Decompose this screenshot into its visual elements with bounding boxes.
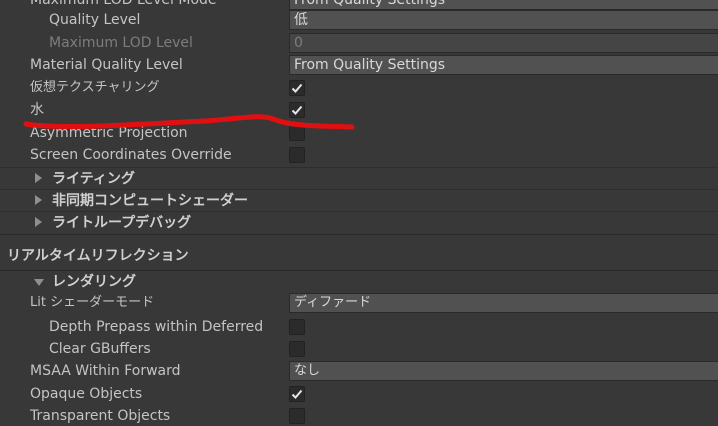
triangle-right-icon	[35, 217, 42, 227]
clear-gbuffers-checkbox[interactable]	[289, 341, 305, 357]
opaque-objects-checkbox[interactable]	[289, 386, 305, 402]
section-divider	[0, 234, 718, 235]
foldout-rendering[interactable]: レンダリング	[0, 271, 718, 293]
foldout-lighting-title: ライティング	[52, 171, 135, 187]
triangle-right-icon	[35, 173, 42, 183]
lit-shader-mode-label: Lit シェーダーモード	[30, 295, 155, 310]
foldout-async-compute-title: 非同期コンピュートシェーダー	[52, 193, 248, 209]
red-annotation-stroke	[23, 114, 355, 130]
depth-prepass-checkbox[interactable]	[289, 319, 305, 335]
clear-gbuffers-label: Clear GBuffers	[49, 341, 151, 357]
transparent-objects-label: Transparent Objects	[30, 408, 171, 424]
foldout-lighting[interactable]: ライティング	[0, 167, 718, 190]
foldout-async-compute[interactable]: 非同期コンピュートシェーダー	[0, 189, 718, 212]
transparent-objects-checkbox[interactable]	[289, 408, 305, 424]
depth-prepass-label: Depth Prepass within Deferred	[49, 319, 264, 335]
foldout-light-loop-debug-title: ライトループデバッグ	[52, 215, 192, 231]
lit-shader-mode-dropdown[interactable]: ディファード	[289, 293, 718, 313]
section-title-realtime-reflection: リアルタイムリフレクション	[7, 248, 189, 264]
checkmark-icon	[291, 389, 303, 399]
triangle-right-icon	[35, 195, 42, 205]
screen-coord-override-label: Screen Coordinates Override	[30, 147, 232, 163]
opaque-objects-label: Opaque Objects	[30, 386, 143, 402]
msaa-forward-label: MSAA Within Forward	[30, 363, 181, 379]
foldout-rendering-title: レンダリング	[52, 274, 136, 290]
foldout-light-loop-debug[interactable]: ライトループデバッグ	[0, 211, 718, 234]
screen-coord-override-checkbox[interactable]	[289, 147, 305, 163]
msaa-forward-dropdown[interactable]: なし	[289, 361, 718, 381]
triangle-down-icon	[34, 279, 44, 286]
